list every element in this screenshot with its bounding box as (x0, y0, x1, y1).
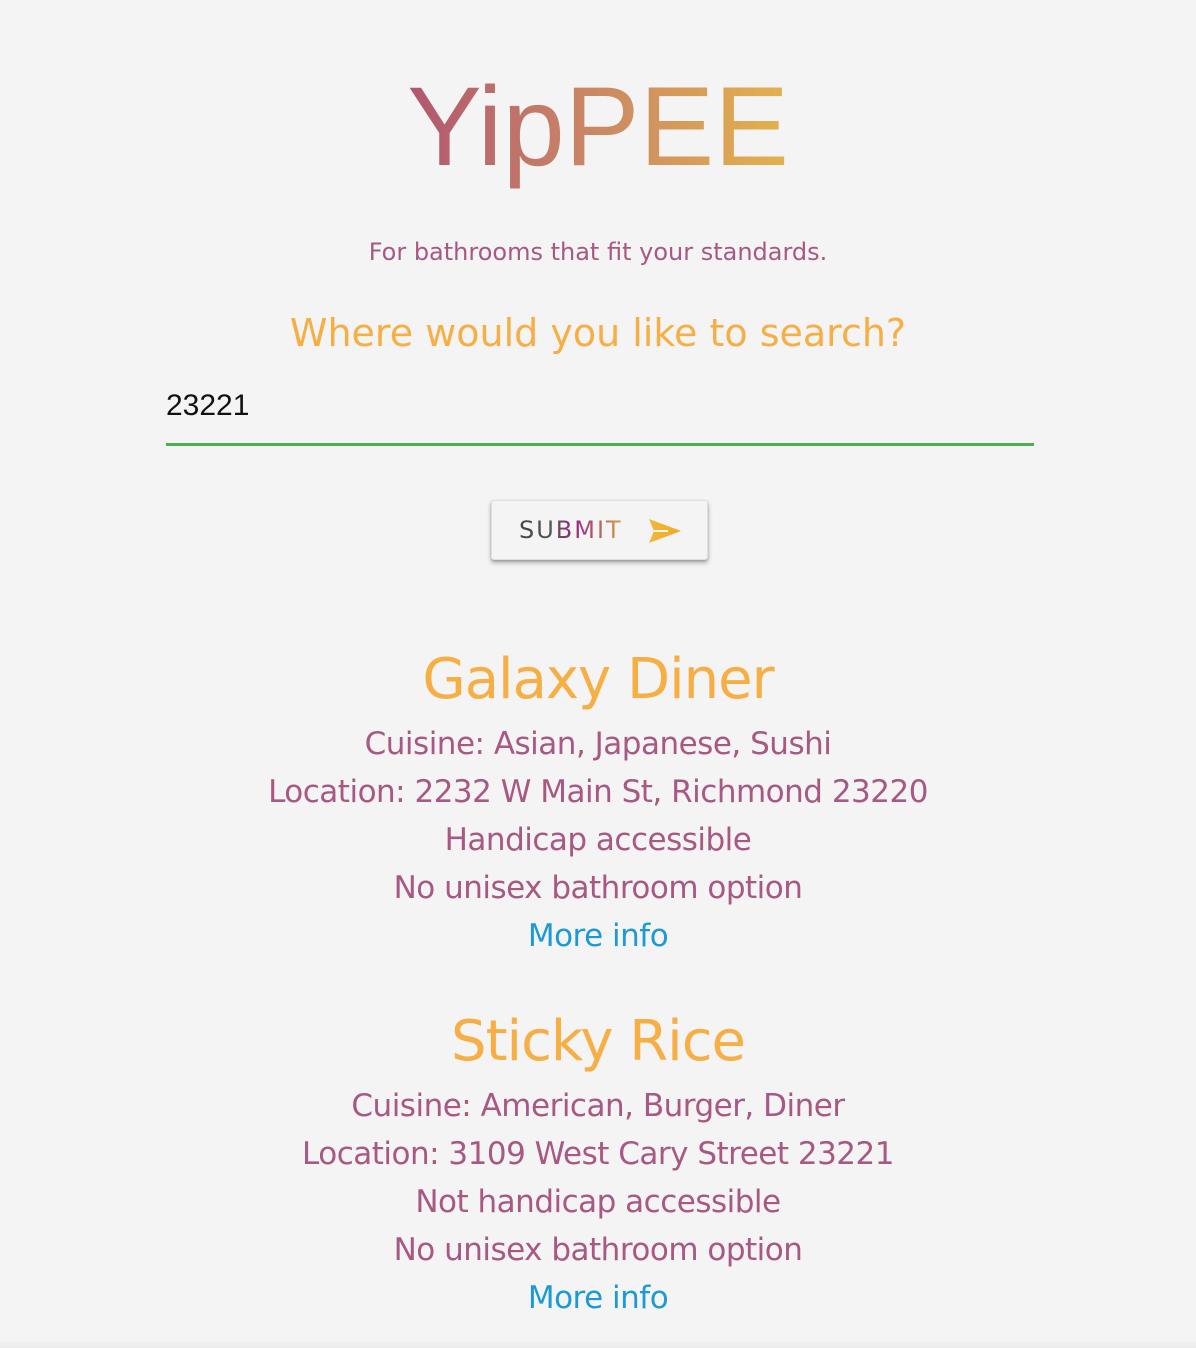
search-field (166, 384, 1034, 446)
app-title-text: YipPEE (407, 64, 789, 189)
page-bottom-edge (0, 1340, 1196, 1348)
search-prompt: Where would you like to search? (289, 311, 907, 355)
result-unisex: No unisex bathroom option (393, 870, 803, 906)
submit-label: SUBMIT (519, 516, 623, 544)
tagline: For bathrooms that fit your standards. (368, 238, 828, 266)
search-input[interactable] (166, 384, 1034, 428)
result-location: Location: 3109 West Cary Street 23221 (302, 1136, 894, 1172)
result-location: Location: 2232 W Main St, Richmond 23220 (268, 774, 928, 810)
result-accessibility: Not handicap accessible (415, 1184, 781, 1220)
submit-button[interactable]: SUBMIT (491, 500, 708, 560)
app-title: YipPEE (0, 62, 1196, 192)
result-accessibility: Handicap accessible (444, 822, 752, 858)
result-name: Sticky Rice (451, 1009, 746, 1074)
result-name: Galaxy Diner (422, 647, 774, 712)
result-card: Sticky Rice Cuisine: American, Burger, D… (0, 1010, 1196, 1322)
result-cuisine: Cuisine: American, Burger, Diner (351, 1088, 845, 1124)
result-unisex: No unisex bathroom option (393, 1232, 803, 1268)
more-info-link[interactable]: More info (528, 912, 669, 960)
send-icon (649, 519, 681, 543)
more-info-link[interactable]: More info (528, 1274, 669, 1322)
result-card: Galaxy Diner Cuisine: Asian, Japanese, S… (0, 648, 1196, 960)
result-cuisine: Cuisine: Asian, Japanese, Sushi (364, 726, 832, 762)
